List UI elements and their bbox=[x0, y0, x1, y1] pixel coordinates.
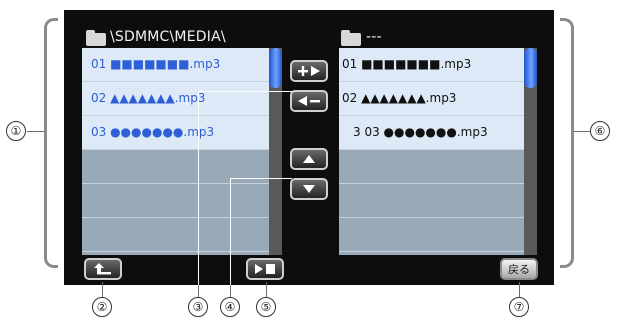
list-item[interactable]: 01 ■■■■■■■.mp3 bbox=[339, 48, 537, 82]
move-down-button[interactable] bbox=[290, 178, 328, 200]
callout-7: ⑦ bbox=[509, 297, 529, 317]
leader-line bbox=[574, 131, 590, 132]
list-item-label: 3 03 ●●●●●●●.mp3 bbox=[353, 125, 488, 139]
back-button-label: 戻る bbox=[508, 263, 530, 276]
move-up-button[interactable] bbox=[290, 148, 328, 170]
leader-line bbox=[230, 285, 231, 297]
list-item[interactable]: 02 ▲▲▲▲▲▲▲.mp3 bbox=[82, 82, 282, 116]
callout-4: ④ bbox=[220, 297, 240, 317]
list-item-label: 01 ■■■■■■■.mp3 bbox=[91, 57, 221, 71]
list-item-label: 02 ▲▲▲▲▲▲▲.mp3 bbox=[91, 91, 206, 105]
folder-icon bbox=[341, 30, 361, 46]
remove-from-playlist-icon bbox=[296, 94, 322, 108]
callout-3: ③ bbox=[188, 297, 208, 317]
leader-line bbox=[27, 131, 44, 132]
play-stop-icon bbox=[253, 263, 277, 275]
right-scrollbar[interactable] bbox=[524, 48, 537, 255]
callout-6: ⑥ bbox=[590, 121, 610, 141]
list-item[interactable] bbox=[339, 218, 537, 252]
leader-line bbox=[266, 282, 267, 297]
list-item[interactable] bbox=[339, 184, 537, 218]
left-bracket bbox=[44, 18, 58, 268]
right-scroll-thumb[interactable] bbox=[524, 48, 537, 88]
callout-1: ① bbox=[6, 121, 26, 141]
list-item[interactable]: 02 ▲▲▲▲▲▲▲.mp3 bbox=[339, 82, 537, 116]
parent-folder-button[interactable] bbox=[84, 258, 122, 280]
back-button[interactable]: 戻る bbox=[500, 258, 538, 280]
folder-icon bbox=[86, 30, 106, 46]
list-item[interactable]: 03 ●●●●●●●.mp3 bbox=[82, 116, 282, 150]
list-item-label: 01 ■■■■■■■.mp3 bbox=[342, 57, 472, 71]
left-path-label: \SDMMC\MEDIA\ bbox=[110, 29, 226, 45]
list-item[interactable] bbox=[339, 150, 537, 184]
add-button[interactable] bbox=[290, 60, 328, 82]
callout-5: ⑤ bbox=[256, 297, 276, 317]
add-to-playlist-icon bbox=[296, 64, 322, 78]
left-scrollbar[interactable] bbox=[269, 48, 282, 255]
list-item[interactable]: 3 03 ●●●●●●●.mp3 bbox=[339, 116, 537, 150]
leader-line bbox=[519, 282, 520, 297]
move-up-icon bbox=[301, 153, 317, 165]
leader-line bbox=[102, 282, 103, 297]
list-item[interactable]: 01 ■■■■■■■.mp3 bbox=[82, 48, 282, 82]
play-stop-button[interactable] bbox=[246, 258, 284, 280]
leader-line bbox=[198, 285, 199, 297]
leader-line bbox=[198, 91, 199, 285]
right-bracket bbox=[560, 18, 574, 268]
leader-line bbox=[198, 91, 292, 92]
move-down-icon bbox=[301, 183, 317, 195]
right-playlist[interactable]: 01 ■■■■■■■.mp3 02 ▲▲▲▲▲▲▲.mp3 3 03 ●●●●●… bbox=[339, 48, 537, 255]
list-item-label: 02 ▲▲▲▲▲▲▲.mp3 bbox=[342, 91, 457, 105]
left-file-list[interactable]: 01 ■■■■■■■.mp3 02 ▲▲▲▲▲▲▲.mp3 03 ●●●●●●●… bbox=[82, 48, 282, 255]
leader-line bbox=[230, 178, 231, 285]
remove-button[interactable] bbox=[290, 90, 328, 112]
parent-folder-icon bbox=[93, 262, 113, 276]
device-screen: \SDMMC\MEDIA\ 01 ■■■■■■■.mp3 02 ▲▲▲▲▲▲▲.… bbox=[64, 10, 554, 285]
leader-line bbox=[230, 178, 292, 179]
list-item-label: 03 ●●●●●●●.mp3 bbox=[91, 125, 215, 139]
list-item[interactable] bbox=[82, 218, 282, 252]
right-path-label: --- bbox=[366, 29, 382, 45]
left-scroll-thumb[interactable] bbox=[269, 48, 282, 88]
callout-2: ② bbox=[92, 297, 112, 317]
list-item[interactable] bbox=[82, 184, 282, 218]
